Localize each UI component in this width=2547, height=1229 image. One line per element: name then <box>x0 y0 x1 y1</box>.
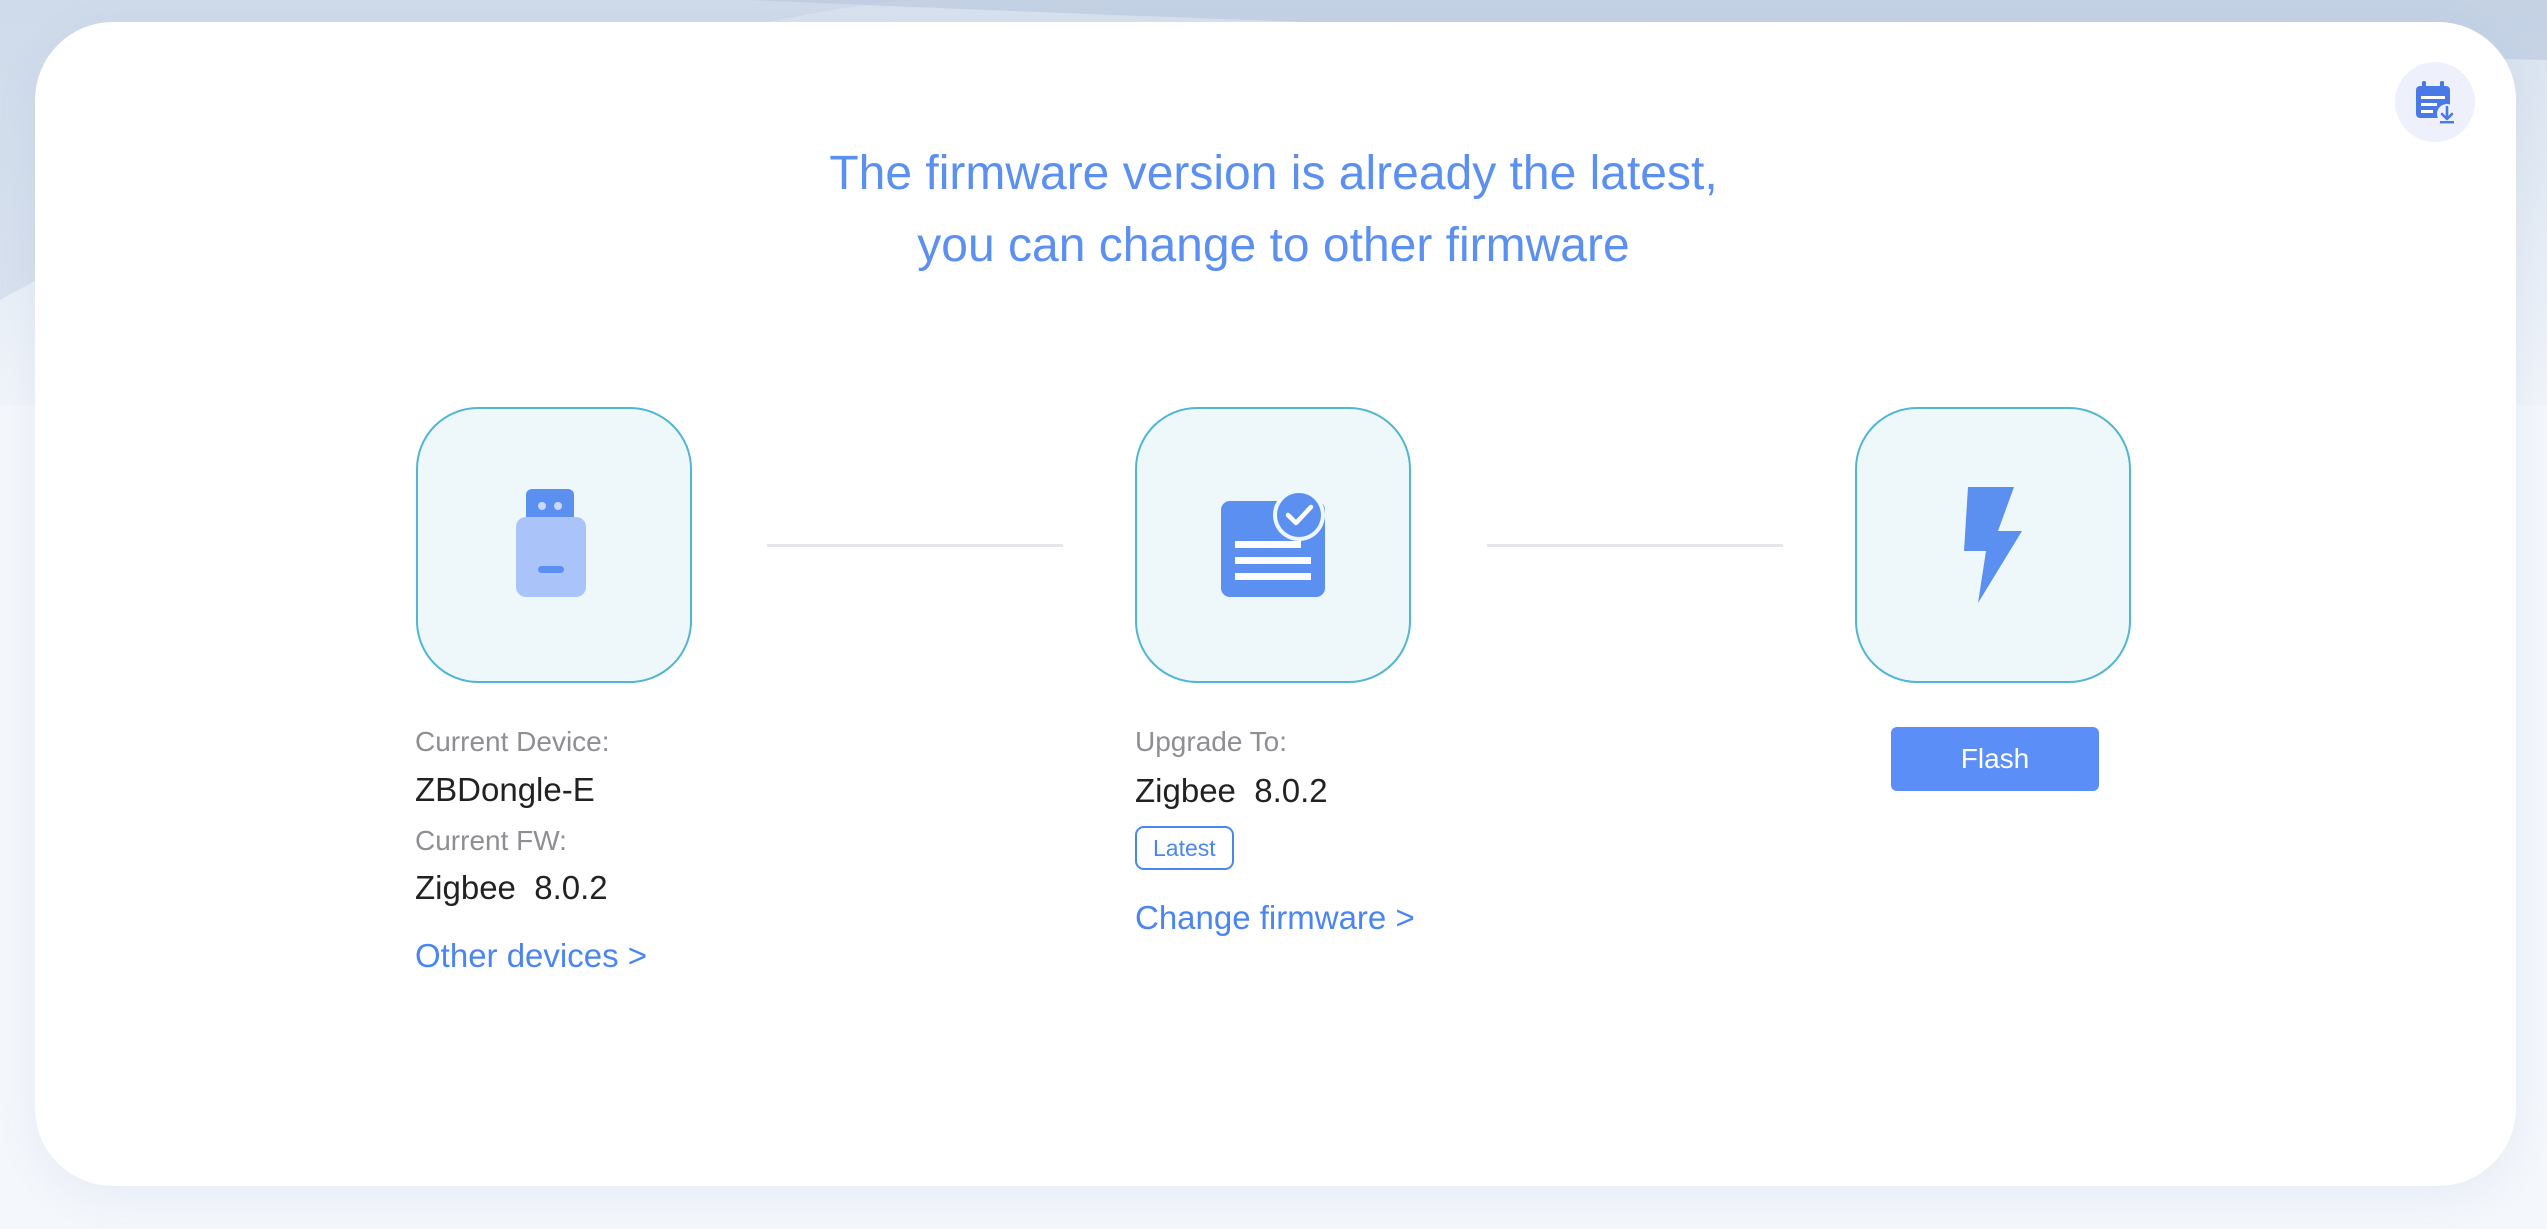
current-fw-label: Current FW: <box>415 825 567 856</box>
current-device-label: Current Device: <box>415 726 610 757</box>
connector-line-1 <box>767 544 1063 547</box>
document-check-icon <box>1221 489 1325 597</box>
title-line-2: you can change to other firmware <box>917 219 1630 272</box>
lightning-bolt-icon <box>1964 487 2022 603</box>
flash-button[interactable]: Flash <box>1891 727 2099 791</box>
upgrade-to-value: Zigbee 8.0.2 <box>1135 772 1328 809</box>
device-step-box <box>416 407 692 683</box>
flash-step-box <box>1855 407 2131 683</box>
latest-badge: Latest <box>1135 826 1234 870</box>
current-device-value: ZBDongle-E <box>415 771 595 808</box>
page-title: The firmware version is already the late… <box>0 138 2547 282</box>
upgrade-step-box <box>1135 407 1411 683</box>
title-line-1: The firmware version is already the late… <box>829 147 1718 200</box>
connector-line-2 <box>1487 544 1783 547</box>
other-devices-link[interactable]: Other devices > <box>415 937 647 975</box>
current-fw-value: Zigbee 8.0.2 <box>415 869 608 906</box>
download-button[interactable] <box>2395 62 2475 142</box>
change-firmware-link[interactable]: Change firmware > <box>1135 899 1415 937</box>
usb-dongle-icon <box>516 489 586 597</box>
calendar-download-icon <box>2416 81 2457 124</box>
upgrade-to-label: Upgrade To: <box>1135 726 1288 757</box>
